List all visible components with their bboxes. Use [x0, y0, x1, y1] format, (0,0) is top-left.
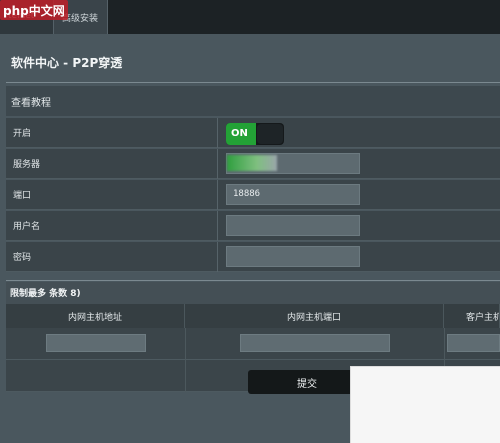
server-label: 服务器: [13, 160, 41, 170]
enable-label: 开启: [13, 129, 32, 139]
cell-separator: [185, 360, 186, 392]
page-title: 软件中心 - P2P穿透: [11, 56, 123, 70]
cell-separator: [444, 328, 445, 360]
submit-button[interactable]: 提交: [248, 370, 366, 394]
toggle-knob: [257, 124, 283, 144]
row-divider: [217, 242, 218, 272]
row-enable: 开启 ON: [6, 118, 500, 148]
mapping-title-text: 限制最多 条数 8): [10, 289, 81, 299]
column-header-lan-port: 内网主机端口: [185, 304, 444, 328]
row-server: 服务器: [6, 149, 500, 179]
top-tab-bar: telnet 高级安装 php中文网: [0, 0, 500, 34]
lan-host-input[interactable]: [46, 334, 146, 352]
tutorial-link[interactable]: 查看教程: [6, 86, 500, 116]
row-password: 密码: [6, 242, 500, 272]
username-label: 用户名: [13, 222, 41, 232]
row-username: 用户名: [6, 211, 500, 241]
lan-port-input[interactable]: [240, 334, 390, 352]
enable-toggle[interactable]: ON: [226, 123, 284, 145]
row-divider: [217, 149, 218, 179]
username-input[interactable]: [226, 215, 360, 236]
watermark-text: php中文网: [3, 4, 65, 18]
cell-separator: [185, 328, 186, 360]
client-host-input[interactable]: [447, 334, 500, 352]
row-port: 端口 18886: [6, 180, 500, 210]
row-divider: [217, 211, 218, 241]
table-row: [6, 328, 500, 360]
port-label: 端口: [13, 191, 32, 201]
row-divider: [217, 180, 218, 210]
overlay-blank-box: [350, 366, 500, 443]
mapping-divider: [6, 280, 500, 281]
site-watermark-logo: php中文网: [0, 0, 68, 20]
redacted-server-value: [227, 155, 277, 171]
column-header-client-host: 客户主机: [444, 304, 500, 328]
password-label: 密码: [13, 253, 32, 263]
row-divider: [217, 118, 218, 148]
password-input[interactable]: [226, 246, 360, 267]
toggle-on-label: ON: [226, 123, 256, 145]
port-input[interactable]: 18886: [226, 184, 360, 205]
mapping-section-title: 限制最多 条数 8): [6, 280, 500, 304]
title-divider: [6, 82, 500, 83]
column-header-lan-host: 内网主机地址: [6, 304, 185, 328]
